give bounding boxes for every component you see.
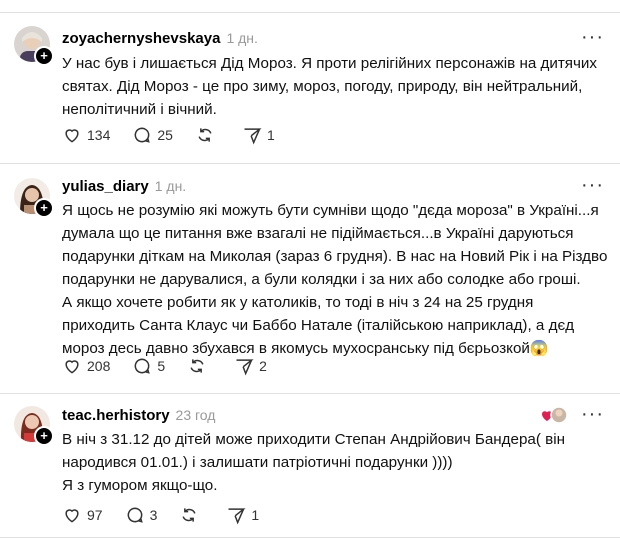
post-actions: 134 25 1 — [62, 125, 297, 145]
send-icon — [236, 359, 254, 376]
avatar[interactable]: + — [14, 26, 54, 66]
comment-count: 5 — [157, 358, 166, 374]
post-paragraph: У нас був і лишається Дід Мороз. Я проти… — [62, 55, 598, 118]
comment-count: 3 — [149, 507, 158, 523]
like-button[interactable]: 97 — [62, 505, 103, 525]
share-button[interactable]: 2 — [234, 356, 267, 376]
post-text: У нас був і лишається Дід Мороз. Я проти… — [62, 52, 610, 121]
follow-plus-icon[interactable]: + — [34, 198, 54, 218]
comment-button[interactable]: 25 — [132, 125, 173, 145]
avatar[interactable]: + — [14, 178, 54, 218]
post-author[interactable]: teac.herhistory 23 год — [62, 407, 215, 424]
comment-bubble-icon — [134, 358, 151, 374]
post-paragraph: В ніч з 31.12 до дітей може приходити Ст… — [62, 431, 565, 471]
post-text: Я щось не розумію які можуть бути сумнів… — [62, 199, 610, 360]
like-count: 134 — [87, 127, 111, 143]
post-divider — [0, 393, 620, 394]
share-count: 2 — [259, 358, 267, 374]
post-author[interactable]: zoyachernyshevskaya 1 дн. — [62, 30, 258, 47]
repost-icon — [182, 508, 196, 522]
heart-icon — [65, 129, 79, 143]
post-time: 1 дн. — [226, 30, 258, 46]
like-count: 97 — [87, 507, 103, 523]
comment-count: 25 — [157, 127, 173, 143]
repost-button[interactable] — [179, 505, 204, 525]
repost-button[interactable] — [187, 356, 212, 376]
top-divider — [0, 12, 620, 13]
share-count: 1 — [266, 127, 275, 143]
like-button[interactable]: 208 — [62, 356, 110, 376]
share-count: 1 — [251, 507, 260, 523]
repost-icon — [198, 128, 212, 142]
heart-icon — [65, 360, 79, 374]
post-divider — [0, 163, 620, 164]
post-actions: 97 3 1 — [62, 505, 281, 525]
send-icon — [228, 508, 247, 525]
username[interactable]: yulias_diary — [62, 178, 149, 195]
like-count: 208 — [87, 358, 111, 374]
avatar[interactable]: + — [14, 406, 54, 446]
liked-by-avatars[interactable] — [540, 405, 568, 425]
username[interactable]: zoyachernyshevskaya — [62, 30, 220, 47]
post-paragraph: Я щось не розумію які можуть бути сумнів… — [62, 202, 608, 288]
post-author[interactable]: yulias_diary 1 дн. — [62, 178, 186, 195]
comment-bubble-icon — [127, 507, 143, 523]
more-icon[interactable]: ··· — [581, 27, 604, 47]
comment-button[interactable]: 5 — [132, 356, 165, 376]
post-time: 23 год — [175, 407, 216, 423]
share-button[interactable]: 1 — [226, 505, 259, 525]
more-icon[interactable]: ··· — [581, 404, 604, 424]
post-text: В ніч з 31.12 до дітей може приходити Ст… — [62, 428, 610, 497]
like-button[interactable]: 134 — [62, 125, 110, 145]
post-divider — [0, 537, 620, 538]
follow-plus-icon[interactable]: + — [34, 426, 54, 446]
more-icon[interactable]: ··· — [581, 175, 604, 195]
post-actions: 208 5 2 — [62, 356, 289, 376]
send-icon — [244, 128, 262, 145]
post-paragraph: А якщо хочете робити як у католиків, то … — [62, 294, 575, 357]
comment-button[interactable]: 3 — [125, 505, 158, 525]
comment-bubble-icon — [134, 127, 151, 143]
post-paragraph: Я з гумором якщо-що. — [62, 477, 218, 494]
follow-plus-icon[interactable]: + — [34, 46, 54, 66]
post-time: 1 дн. — [154, 178, 187, 194]
share-button[interactable]: 1 — [242, 125, 275, 145]
heart-icon — [65, 509, 79, 523]
username[interactable]: teac.herhistory — [62, 407, 170, 424]
repost-icon — [190, 359, 204, 373]
repost-button[interactable] — [195, 125, 220, 145]
